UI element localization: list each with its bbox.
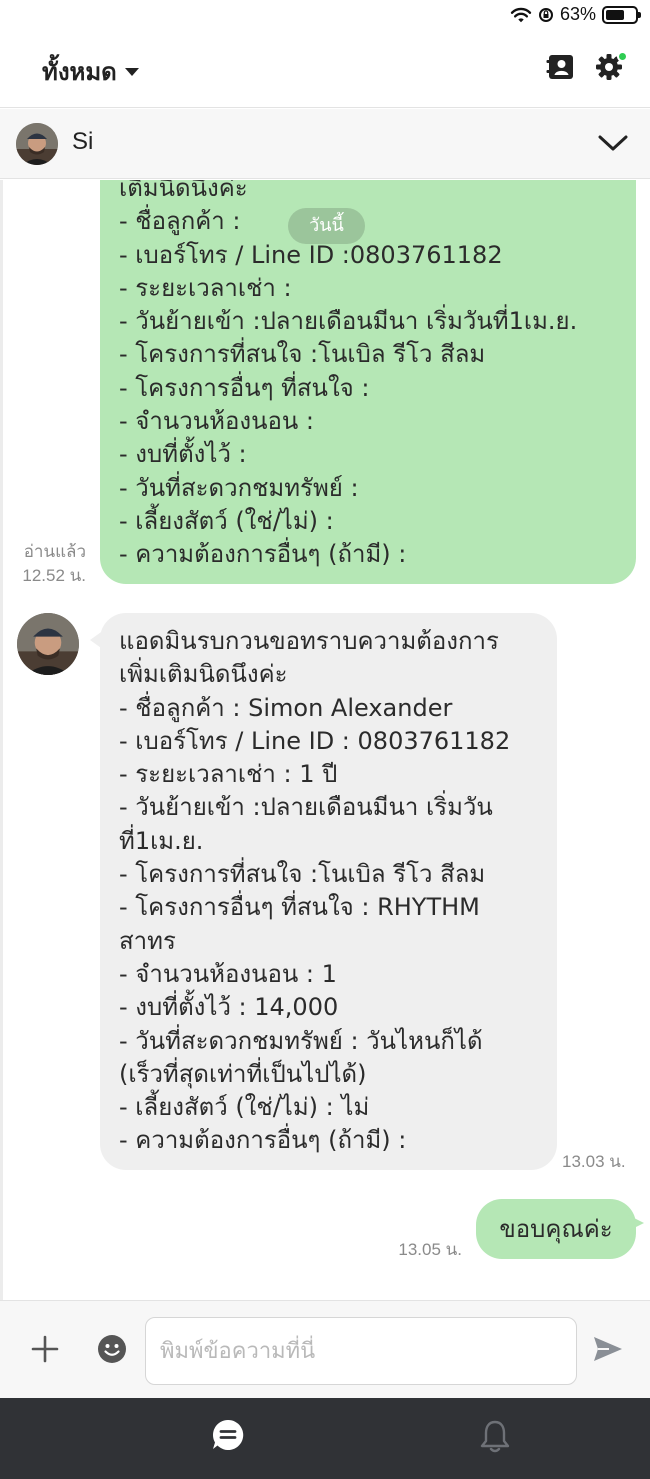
chat-header: Si xyxy=(0,109,650,179)
outgoing-message-bubble[interactable]: เติมนิดนึงค่ะ - ชื่อลูกค้า : - เบอร์โทร … xyxy=(100,180,636,584)
contact-card-icon[interactable] xyxy=(546,52,576,82)
message-time: 13.03 น. xyxy=(562,1152,626,1171)
chat-bubble-icon[interactable] xyxy=(211,1418,245,1452)
message-list[interactable]: เติมนิดนึงค่ะ - ชื่อลูกค้า : - เบอร์โทร … xyxy=(0,180,650,1300)
battery-percent: 63% xyxy=(559,4,596,24)
outgoing-message-bubble[interactable]: ขอบคุณค่ะ xyxy=(476,1199,636,1259)
filter-label: ทั้งหมด xyxy=(42,58,117,86)
online-status-dot xyxy=(617,51,628,62)
divider xyxy=(0,180,3,1300)
message-time: 13.05 น. xyxy=(398,1240,462,1259)
bubble-tail xyxy=(628,1215,644,1231)
avatar[interactable] xyxy=(16,123,58,165)
chevron-down-icon[interactable] xyxy=(598,133,628,153)
message-input[interactable] xyxy=(145,1317,577,1385)
bottom-tab-bar xyxy=(0,1398,650,1479)
chat-filter-dropdown[interactable]: ทั้งหมด xyxy=(42,52,139,91)
bell-icon[interactable] xyxy=(478,1418,512,1454)
emoji-icon[interactable] xyxy=(97,1334,127,1364)
date-separator: วันนี้ xyxy=(288,208,365,244)
message-composer xyxy=(0,1300,650,1398)
incoming-message-bubble[interactable]: แอดมินรบกวนขอทราบความต้องการ เพิ่มเติมนิ… xyxy=(100,613,557,1170)
read-label: อ่านแล้ว xyxy=(23,542,86,561)
read-receipt: อ่านแล้ว 12.52 น. xyxy=(12,540,86,588)
battery-icon xyxy=(602,5,641,24)
chat-contact-name: Si xyxy=(72,128,94,155)
avatar[interactable] xyxy=(17,613,79,675)
caret-down-icon xyxy=(124,67,139,76)
send-icon[interactable] xyxy=(592,1335,624,1363)
wifi-icon xyxy=(510,7,532,22)
plus-icon[interactable] xyxy=(30,1334,60,1364)
battery-level xyxy=(606,9,624,20)
app-header: ทั้งหมด xyxy=(0,32,650,108)
rotation-lock-icon xyxy=(538,7,553,22)
status-indicators: 63% xyxy=(510,4,641,25)
message-time: 12.52 น. xyxy=(22,566,86,585)
status-bar: 63% xyxy=(0,0,650,32)
